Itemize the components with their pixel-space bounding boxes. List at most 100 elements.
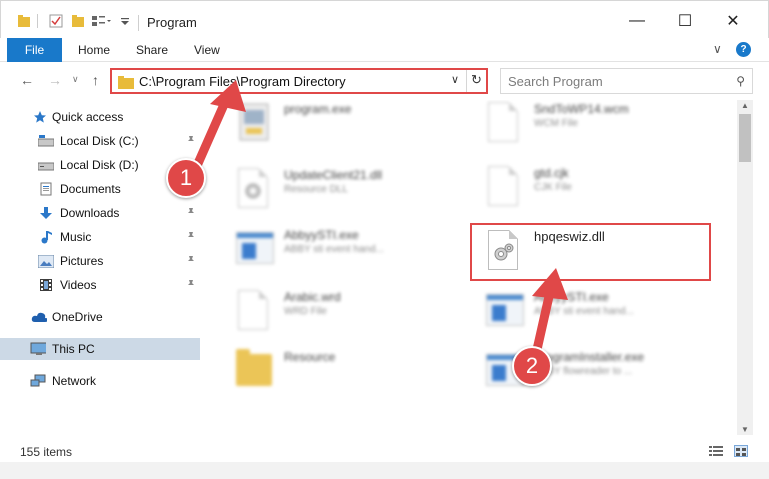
help-icon[interactable]: ? — [736, 42, 751, 57]
dll-gear-icon — [234, 166, 274, 214]
sidebar-item-label: Documents — [60, 182, 121, 196]
navigation-pane: Quick access Local Disk (C:) Local Disk … — [0, 100, 203, 435]
file-name: AbbyySTI.exe — [534, 290, 609, 304]
sidebar-item-label: OneDrive — [52, 310, 103, 324]
ribbon: File Home Share View ∨ ? — [0, 38, 769, 62]
documents-icon — [38, 182, 54, 196]
address-dropdown-icon[interactable]: ∨ — [451, 73, 459, 86]
installer-icon — [234, 100, 274, 148]
up-arrow-icon[interactable]: ↑ — [92, 72, 99, 88]
forward-arrow-icon[interactable]: → — [48, 72, 62, 88]
sidebar-item-label: Quick access — [52, 110, 124, 124]
document-icon — [484, 164, 524, 212]
navigation-bar: ← → ∨ ↑ C:\Program Files\Program Directo… — [0, 62, 769, 100]
details-view-icon[interactable] — [709, 445, 723, 457]
step-badge-2: 2 — [512, 346, 552, 386]
sidebar-item-local-disk-c[interactable]: Local Disk (C:) — [0, 130, 200, 152]
file-name: AbbyySTI.exe — [284, 228, 359, 242]
file-type: WRD File — [284, 306, 327, 317]
scroll-up-icon[interactable]: ▲ — [741, 101, 749, 110]
pin-icon — [186, 231, 196, 244]
desktop-strip — [0, 462, 769, 479]
new-folder-icon[interactable] — [71, 12, 85, 30]
status-bar: 155 items — [0, 440, 769, 462]
file-name: gtd.cjk — [534, 166, 569, 180]
download-icon — [38, 206, 54, 220]
step-badge-1: 1 — [166, 158, 206, 198]
file-type: ABBY sti event hand... — [534, 306, 634, 317]
sidebar-item-label: Network — [52, 374, 97, 388]
file-tile[interactable]: ProgramInstaller.exe ABBY flowreader to … — [470, 344, 710, 402]
close-button[interactable]: ✕ — [713, 7, 753, 35]
view-options-icon[interactable] — [91, 12, 111, 30]
search-input[interactable]: Search Program — [508, 74, 603, 89]
sidebar-item-label: Pictures — [60, 254, 104, 268]
tab-share[interactable]: Share — [136, 43, 168, 57]
tab-view[interactable]: View — [194, 43, 220, 57]
large-icons-view-icon[interactable] — [734, 445, 748, 457]
file-tile[interactable]: UpdateClient21.dll Resource DLL — [220, 162, 460, 220]
file-tile[interactable]: gtd.cjk CJK File — [470, 160, 710, 218]
back-arrow-icon[interactable]: ← — [20, 72, 34, 88]
sidebar-item-label: Local Disk (C:) — [60, 134, 139, 148]
search-icon[interactable]: ⚲ — [736, 74, 745, 88]
maximize-button[interactable]: ☐ — [665, 7, 705, 35]
scrollbar-thumb[interactable] — [739, 114, 751, 162]
file-type: CJK File — [534, 182, 572, 193]
scroll-down-icon[interactable]: ▼ — [741, 425, 749, 434]
exe-window-icon — [484, 288, 524, 336]
sidebar-item-label: This PC — [52, 342, 95, 356]
document-icon — [484, 100, 524, 148]
recent-locations-icon[interactable]: ∨ — [72, 74, 79, 85]
sidebar-item-pictures[interactable]: Pictures — [0, 250, 200, 272]
address-divider — [466, 70, 467, 92]
address-bar[interactable]: C:\Program Files\Program Directory ∨ ↻ — [110, 68, 488, 94]
sidebar-item-music[interactable]: Music — [0, 226, 200, 248]
expand-ribbon-icon[interactable]: ∨ — [713, 42, 722, 56]
music-icon — [38, 230, 54, 244]
file-tile[interactable]: AbbyySTI.exe ABBY sti event hand... — [470, 284, 710, 342]
properties-icon[interactable] — [49, 12, 63, 30]
tab-home[interactable]: Home — [78, 43, 110, 57]
sidebar-item-label: Downloads — [60, 206, 120, 220]
sidebar-item-network[interactable]: Network — [0, 370, 200, 392]
document-icon — [234, 288, 274, 336]
refresh-icon[interactable]: ↻ — [471, 72, 482, 88]
file-tile[interactable]: SndToWP14.wcm WCM File — [470, 100, 710, 154]
pin-icon — [186, 207, 196, 220]
sidebar-item-this-pc[interactable]: This PC — [0, 338, 200, 360]
sidebar-item-videos[interactable]: Videos — [0, 274, 200, 296]
star-icon — [32, 110, 48, 124]
computer-icon — [30, 342, 46, 356]
pictures-icon — [38, 254, 54, 268]
exe-window-icon — [234, 226, 274, 274]
folder-icon — [17, 12, 31, 30]
qa-divider — [37, 12, 38, 30]
file-type: Resource DLL — [284, 184, 348, 195]
sidebar-item-downloads[interactable]: Downloads — [0, 202, 200, 224]
pane-divider[interactable] — [203, 100, 204, 435]
file-tile[interactable]: Resource — [220, 344, 460, 402]
folder-icon — [234, 348, 274, 396]
address-path[interactable]: C:\Program Files\Program Directory — [139, 74, 346, 89]
pin-icon — [186, 135, 196, 148]
file-tile[interactable]: Arabic.wrd WRD File — [220, 284, 460, 342]
sidebar-item-label: Videos — [60, 278, 97, 292]
window-title: Program — [147, 15, 197, 30]
file-name: SndToWP14.wcm — [534, 102, 629, 116]
file-type: WCM File — [534, 118, 578, 129]
vertical-scrollbar[interactable]: ▲ ▼ — [737, 100, 753, 435]
sidebar-item-label: Local Disk (D:) — [60, 158, 139, 172]
minimize-button[interactable]: — — [617, 7, 657, 35]
item-count: 155 items — [20, 445, 73, 459]
sidebar-item-onedrive[interactable]: OneDrive — [0, 306, 200, 328]
file-tile[interactable]: program.exe — [220, 100, 460, 154]
file-tile[interactable]: AbbyySTI.exe ABBY sti event hand... — [220, 222, 460, 280]
file-name: Arabic.wrd — [284, 290, 341, 304]
search-box[interactable]: Search Program ⚲ — [500, 68, 753, 94]
sidebar-item-quick-access[interactable]: Quick access — [0, 106, 200, 128]
customize-toolbar-icon[interactable] — [120, 12, 130, 30]
highlight-box — [470, 223, 711, 281]
tab-file[interactable]: File — [7, 38, 62, 62]
file-name: UpdateClient21.dll — [284, 168, 383, 182]
